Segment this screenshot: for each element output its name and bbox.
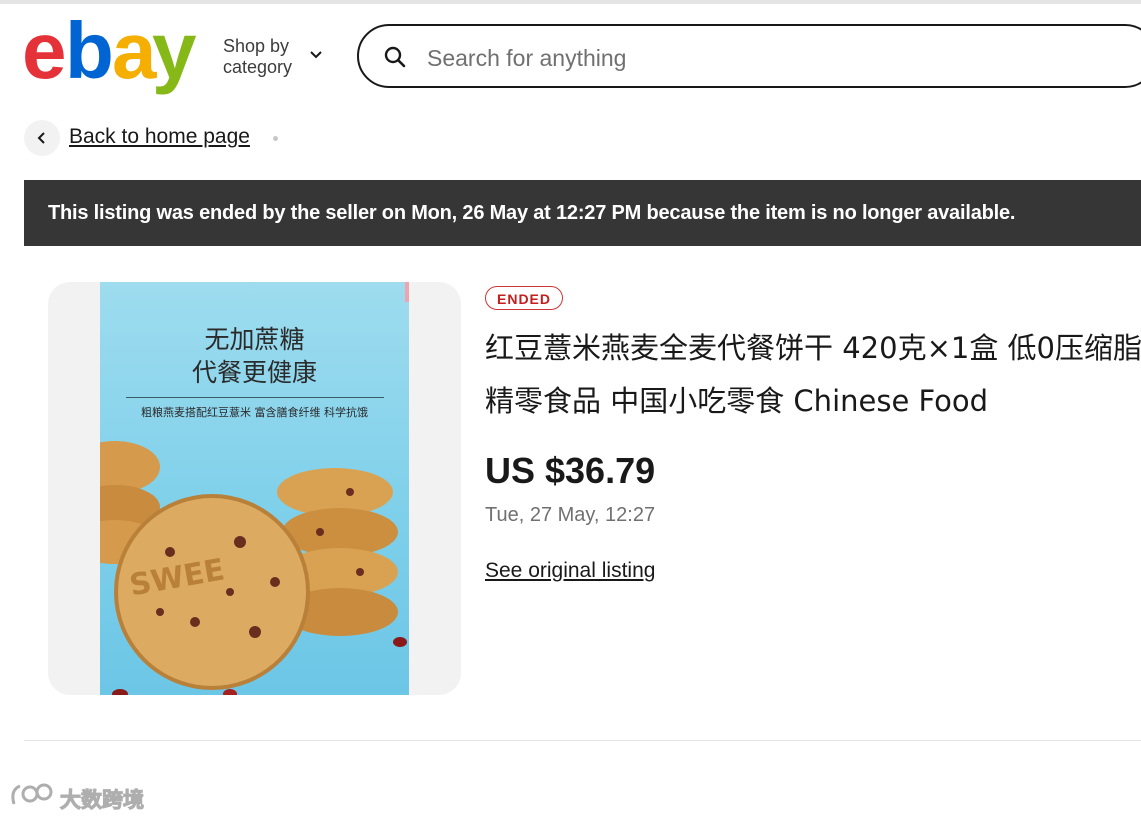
product-image-card[interactable]: 无加蔗糖 代餐更健康 粗粮燕麦搭配红豆薏米 富含膳食纤维 科学抗饿 SWEE xyxy=(48,282,461,695)
listing-title: 红豆薏米燕麦全麦代餐饼干 420克×1盒 低0压缩脂精零食品 中国小吃零食 Ch… xyxy=(485,331,1141,418)
listing-ended-message: This listing was ended by the seller on … xyxy=(48,202,1016,224)
breadcrumb-separator xyxy=(273,136,278,141)
image-edge-strip xyxy=(405,282,409,302)
back-to-home-link[interactable]: Back to home page xyxy=(69,125,250,149)
image-divider xyxy=(126,397,384,398)
ebay-logo[interactable]: e b a y xyxy=(22,10,202,92)
watermark-text: 大数跨境 xyxy=(60,788,145,813)
logo-letter-b: b xyxy=(65,6,114,95)
see-original-listing-link[interactable]: See original listing xyxy=(485,559,655,583)
product-image[interactable]: 无加蔗糖 代餐更健康 粗粮燕麦搭配红豆薏米 富含膳食纤维 科学抗饿 SWEE xyxy=(100,282,409,695)
chevron-down-icon xyxy=(310,51,322,59)
search-input[interactable] xyxy=(425,38,1129,78)
logo-letter-y: y xyxy=(152,6,196,95)
logo-letter-e: e xyxy=(22,6,66,95)
image-headline-1: 无加蔗糖 xyxy=(204,325,305,354)
search-bar[interactable] xyxy=(357,24,1141,88)
shop-by-category-label: Shop by category xyxy=(223,36,293,77)
search-icon xyxy=(384,46,406,68)
top-border xyxy=(0,0,1141,4)
listing-ended-banner: This listing was ended by the seller on … xyxy=(24,180,1141,246)
chevron-left-icon xyxy=(37,132,45,144)
watermark-logo-icon xyxy=(11,783,53,805)
listing-ended-date: Tue, 27 May, 12:27 xyxy=(485,504,656,526)
image-headline-2: 代餐更健康 xyxy=(191,358,317,387)
cookies-illustration: SWEE xyxy=(100,441,407,695)
logo-letter-a: a xyxy=(112,6,156,95)
section-divider xyxy=(24,740,1141,741)
watermark: 大数跨境 xyxy=(8,778,158,814)
back-button[interactable] xyxy=(24,120,60,156)
status-badge: ENDED xyxy=(485,286,564,310)
shop-by-category-button[interactable]: Shop by category xyxy=(223,36,343,82)
listing-price: US $36.79 xyxy=(485,450,656,491)
image-subline: 粗粮燕麦搭配红豆薏米 富含膳食纤维 科学抗饿 xyxy=(141,406,368,419)
